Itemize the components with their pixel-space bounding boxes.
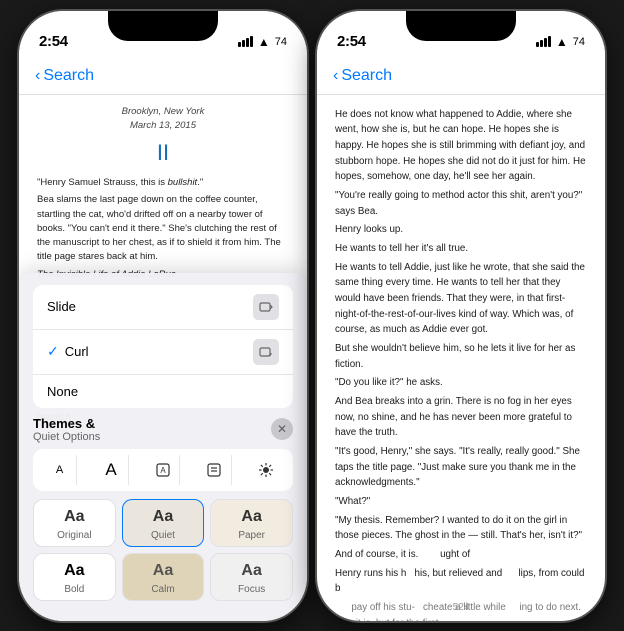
themes-subtitle: Quiet Options (33, 431, 100, 443)
font-style-button[interactable]: A (146, 455, 180, 485)
reading-para-8: And Bea breaks into a grin. There is no … (335, 394, 587, 441)
right-back-button[interactable]: ‹ Search (333, 67, 392, 85)
reading-para-2: "You're really going to method actor thi… (335, 188, 587, 219)
right-wifi-icon: ▲ (556, 35, 568, 49)
theme-original-card[interactable]: Aa Original (33, 499, 116, 547)
theme-quiet-preview: Aa (153, 508, 173, 526)
slide-option-none[interactable]: None (33, 375, 293, 408)
right-phone: 2:54 ▲ 74 ‹ Search He does not know what… (317, 11, 605, 621)
svg-text:A: A (160, 466, 166, 475)
slide-options: Slide ✓ Curl None (33, 285, 293, 408)
page-number: 524 (453, 602, 470, 613)
themes-header: Themes & Quiet Options ✕ (33, 416, 293, 443)
right-reading-content: He does not know what happened to Addie,… (317, 95, 605, 621)
book-date: March 13, 2015 (37, 119, 289, 134)
slide-label: Slide (47, 299, 76, 314)
reading-para-3: Henry looks up. (335, 222, 587, 238)
theme-paper-card[interactable]: Aa Paper (210, 499, 293, 547)
battery-icon: 74 (275, 36, 287, 48)
reading-para-6: But she wouldn't believe him, so he lets… (335, 341, 587, 372)
theme-bold-card[interactable]: Aa Bold (33, 553, 116, 601)
left-status-bar: 2:54 ▲ 74 (19, 11, 307, 59)
themes-title: Themes & (33, 416, 100, 431)
theme-paper-preview: Aa (241, 508, 261, 526)
left-time: 2:54 (39, 33, 68, 50)
brightness-button[interactable] (249, 455, 283, 485)
signal-icon (238, 36, 253, 47)
phones-container: 2:54 ▲ 74 ‹ Search Brooklyn, New Yor (19, 11, 605, 621)
theme-bold-preview: Aa (64, 562, 84, 580)
left-nav-bar: ‹ Search (19, 59, 307, 95)
theme-quiet-card[interactable]: Aa Quiet (122, 499, 205, 547)
font-decrease-button[interactable]: A (43, 455, 77, 485)
chapter-number: II (37, 136, 289, 170)
font-controls: A A A (33, 449, 293, 491)
reading-para-11: "My thesis. Remember? I wanted to do it … (335, 513, 587, 544)
font-increase-button[interactable]: A (95, 455, 129, 485)
slide-icon (253, 294, 279, 320)
book-header: Brooklyn, New York March 13, 2015 II (37, 105, 289, 171)
checkmark-icon: ✓ (47, 343, 59, 360)
slide-option-slide[interactable]: Slide (33, 285, 293, 330)
right-status-icons: ▲ 74 (536, 35, 585, 49)
reading-para-7: "Do you like it?" he asks. (335, 375, 587, 391)
theme-calm-label: Calm (151, 584, 174, 595)
reading-para-10: "What?" (335, 494, 587, 510)
chevron-left-icon: ‹ (35, 67, 40, 85)
overlay-panel: Slide ✓ Curl None (19, 273, 307, 621)
right-signal-icon (536, 36, 551, 47)
theme-original-preview: Aa (64, 508, 84, 526)
close-button[interactable]: ✕ (271, 418, 293, 440)
curl-icon (253, 339, 279, 365)
slide-option-curl[interactable]: ✓ Curl (33, 330, 293, 375)
right-status-bar: 2:54 ▲ 74 (317, 11, 605, 59)
right-chevron-left-icon: ‹ (333, 67, 338, 85)
reading-para-12: And of course, it is. ught of (335, 547, 587, 563)
reading-para-13: Henry runs his h his, but relieved and l… (335, 566, 587, 597)
theme-calm-preview: Aa (153, 562, 173, 580)
theme-focus-label: Focus (238, 584, 265, 595)
right-back-label: Search (341, 67, 392, 85)
theme-calm-card[interactable]: Aa Calm (122, 553, 205, 601)
theme-original-label: Original (57, 530, 91, 541)
right-nav-bar: ‹ Search (317, 59, 605, 95)
right-notch (406, 11, 516, 41)
theme-quiet-label: Quiet (151, 530, 175, 541)
theme-paper-label: Paper (238, 530, 265, 541)
none-label: None (47, 384, 78, 399)
theme-focus-preview: Aa (241, 562, 261, 580)
reading-para-9: "It's good, Henry," she says. "It's real… (335, 444, 587, 491)
left-back-button[interactable]: ‹ Search (35, 67, 94, 85)
font-format-button[interactable] (198, 455, 232, 485)
back-label: Search (43, 67, 94, 85)
wifi-icon: ▲ (258, 35, 270, 49)
theme-focus-card[interactable]: Aa Focus (210, 553, 293, 601)
book-location: Brooklyn, New York (37, 105, 289, 120)
reading-para-5: He wants to tell Addie, just like he wro… (335, 260, 587, 338)
reading-para-4: He wants to tell her it's all true. (335, 241, 587, 257)
right-battery-icon: 74 (573, 36, 585, 48)
reading-para-1: He does not know what happened to Addie,… (335, 107, 587, 185)
notch (108, 11, 218, 41)
right-time: 2:54 (337, 33, 366, 50)
left-status-icons: ▲ 74 (238, 35, 287, 49)
theme-bold-label: Bold (64, 584, 84, 595)
curl-label: Curl (65, 344, 89, 359)
left-phone: 2:54 ▲ 74 ‹ Search Brooklyn, New Yor (19, 11, 307, 621)
theme-grid: Aa Original Aa Quiet Aa Paper Aa Bold Aa (33, 499, 293, 601)
